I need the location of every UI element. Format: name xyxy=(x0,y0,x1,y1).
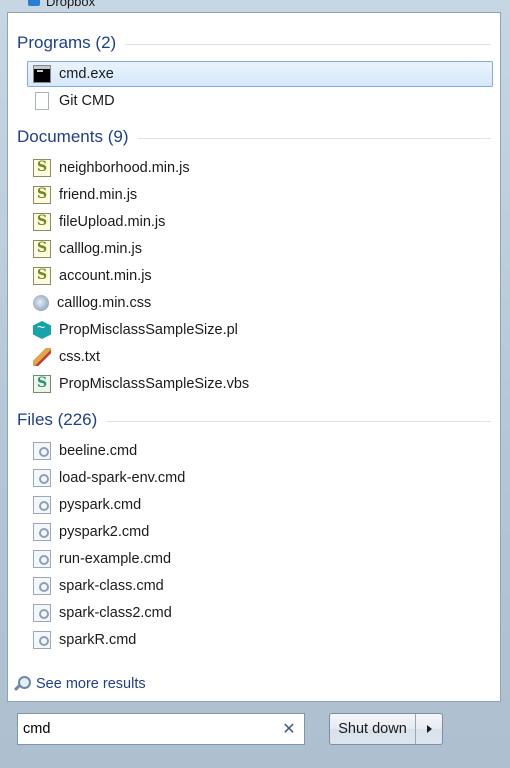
result-item-label: calllog.min.js xyxy=(59,241,142,257)
cmd-file-icon xyxy=(33,523,51,541)
cmd-file-icon xyxy=(33,550,51,568)
result-item-file[interactable]: beeline.cmd xyxy=(27,438,493,464)
cmd-file-icon xyxy=(33,496,51,514)
see-more-results-link[interactable]: See more results xyxy=(13,675,146,693)
programs-group-header[interactable]: Programs (2) xyxy=(17,33,491,53)
header-divider xyxy=(107,420,491,422)
result-item-label: sparkR.cmd xyxy=(59,632,137,648)
css-file-icon xyxy=(33,295,49,311)
result-item-label: PropMisclassSampleSize.pl xyxy=(59,322,238,338)
dropbox-icon xyxy=(28,0,40,6)
cmd-exe-icon xyxy=(33,65,51,83)
result-item-label: pyspark2.cmd xyxy=(59,524,150,540)
result-item-label: pyspark.cmd xyxy=(59,497,142,513)
shutdown-options-button[interactable] xyxy=(416,714,442,744)
cmd-file-icon xyxy=(33,604,51,622)
result-item-label: fileUpload.min.js xyxy=(59,214,166,230)
cmd-file-icon xyxy=(33,577,51,595)
result-item-label: cmd.exe xyxy=(59,66,114,82)
result-item-document[interactable]: fileUpload.min.js xyxy=(27,209,493,235)
js-script-icon xyxy=(33,159,51,177)
header-divider xyxy=(126,43,491,45)
see-more-results-label: See more results xyxy=(36,676,146,692)
result-item-label: spark-class2.cmd xyxy=(59,605,172,621)
vbs-script-icon xyxy=(33,375,51,393)
result-item-cmd-exe[interactable]: cmd.exe xyxy=(27,61,493,87)
result-item-document[interactable]: PropMisclassSampleSize.pl xyxy=(27,317,493,343)
js-script-icon xyxy=(33,267,51,285)
shutdown-button[interactable]: Shut down xyxy=(330,714,415,744)
programs-group-title: Programs (2) xyxy=(17,33,117,52)
js-script-icon xyxy=(33,240,51,258)
result-item-git-cmd[interactable]: Git CMD xyxy=(27,88,493,114)
result-item-document[interactable]: calllog.min.js xyxy=(27,236,493,262)
result-item-document[interactable]: account.min.js xyxy=(27,263,493,289)
shutdown-button-group: Shut down xyxy=(329,713,443,745)
result-item-file[interactable]: spark-class.cmd xyxy=(27,573,493,599)
background-window-item: Dropbox xyxy=(28,0,96,9)
result-item-label: beeline.cmd xyxy=(59,443,138,459)
search-results-panel: Programs (2) cmd.exe Git CMD Documents (… xyxy=(7,12,501,702)
result-item-file[interactable]: sparkR.cmd xyxy=(27,627,493,653)
result-item-label: PropMisclassSampleSize.vbs xyxy=(59,376,250,392)
blank-document-icon xyxy=(35,92,49,110)
result-item-document[interactable]: neighborhood.min.js xyxy=(27,155,493,181)
shutdown-label: Shut down xyxy=(338,721,407,737)
result-item-document[interactable]: PropMisclassSampleSize.vbs xyxy=(27,371,493,397)
search-box[interactable]: ✕ xyxy=(17,713,305,745)
result-item-file[interactable]: spark-class2.cmd xyxy=(27,600,493,626)
result-item-label: neighborhood.min.js xyxy=(59,160,190,176)
js-script-icon xyxy=(33,213,51,231)
cmd-file-icon xyxy=(33,469,51,487)
result-item-label: spark-class.cmd xyxy=(59,578,164,594)
clear-icon[interactable]: ✕ xyxy=(280,719,298,739)
js-script-icon xyxy=(33,186,51,204)
result-item-document[interactable]: calllog.min.css xyxy=(27,290,493,316)
magnifier-icon xyxy=(13,675,31,693)
documents-group-title: Documents (9) xyxy=(17,127,129,146)
arrow-right-icon xyxy=(426,725,432,733)
result-item-label: run-example.cmd xyxy=(59,551,172,567)
result-item-file[interactable]: load-spark-env.cmd xyxy=(27,465,493,491)
result-item-label: calllog.min.css xyxy=(57,295,152,311)
result-item-document[interactable]: css.txt xyxy=(27,344,493,370)
cmd-file-icon xyxy=(33,631,51,649)
background-window-label: Dropbox xyxy=(46,0,96,9)
perl-file-icon xyxy=(33,321,51,339)
result-item-label: friend.min.js xyxy=(59,187,138,203)
cmd-file-icon xyxy=(33,442,51,460)
result-item-file[interactable]: run-example.cmd xyxy=(27,546,493,572)
text-file-icon xyxy=(33,348,51,366)
files-group-title: Files (226) xyxy=(17,410,98,429)
result-item-label: account.min.js xyxy=(59,268,152,284)
result-item-file[interactable]: pyspark2.cmd xyxy=(27,519,493,545)
header-divider xyxy=(138,137,491,139)
documents-group-header[interactable]: Documents (9) xyxy=(17,127,491,147)
result-item-label: Git CMD xyxy=(59,93,115,109)
result-item-label: css.txt xyxy=(59,349,101,365)
search-input[interactable] xyxy=(18,716,280,742)
result-item-file[interactable]: pyspark.cmd xyxy=(27,492,493,518)
result-item-document[interactable]: friend.min.js xyxy=(27,182,493,208)
files-group-header[interactable]: Files (226) xyxy=(17,410,491,430)
result-item-label: load-spark-env.cmd xyxy=(59,470,186,486)
